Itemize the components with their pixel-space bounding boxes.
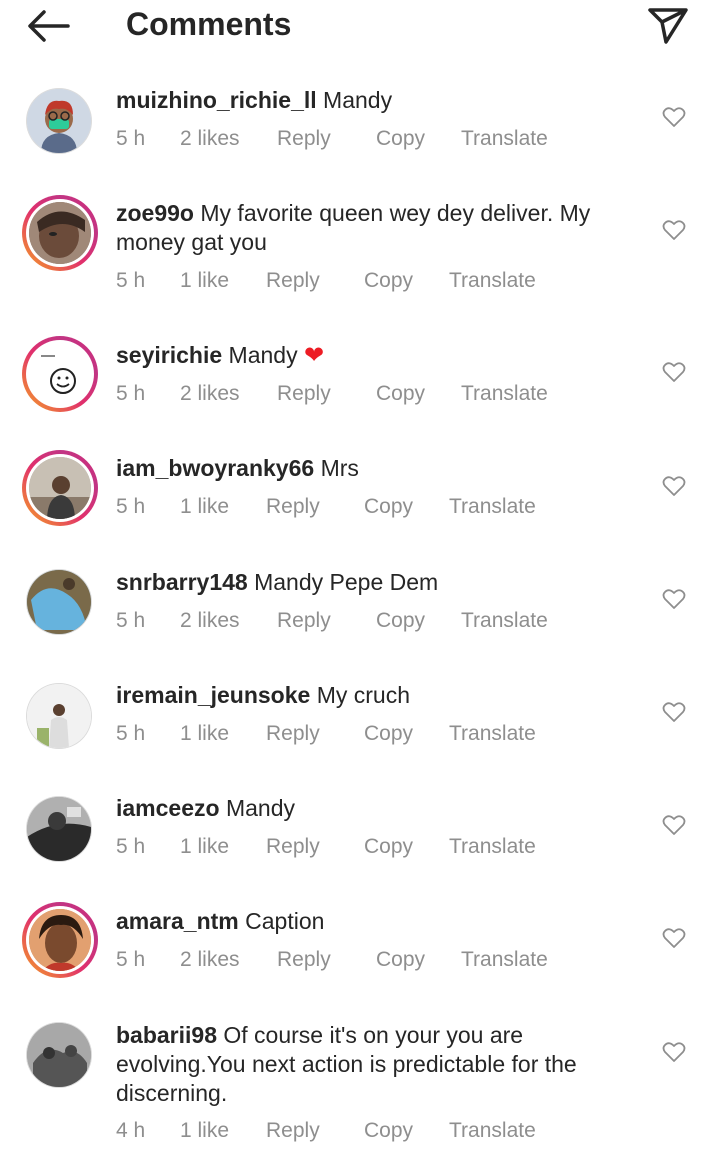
heart-icon[interactable] <box>662 701 686 723</box>
heart-emoji-icon: ❤ <box>303 342 325 369</box>
heart-icon[interactable] <box>662 814 686 836</box>
translate-button[interactable]: Translate <box>449 835 536 859</box>
comment-time: 5 h <box>116 722 146 745</box>
comment-username[interactable]: amara_ntm <box>116 908 239 934</box>
heart-icon[interactable] <box>662 361 686 383</box>
reply-button[interactable]: Reply <box>266 835 320 859</box>
comment-text: amara_ntm Caption <box>116 907 636 936</box>
reply-button[interactable]: Reply <box>277 127 331 151</box>
reply-button[interactable]: Reply <box>266 1119 320 1143</box>
copy-button[interactable]: Copy <box>364 835 413 859</box>
comment-likes[interactable]: 2 likes <box>180 382 240 406</box>
comment-likes[interactable]: 1 like <box>180 835 229 859</box>
copy-button[interactable]: Copy <box>376 127 425 151</box>
comment-likes[interactable]: 2 likes <box>180 948 240 972</box>
copy-button[interactable]: Copy <box>364 495 413 519</box>
translate-button[interactable]: Translate <box>449 1119 536 1143</box>
translate-button[interactable]: Translate <box>449 269 536 293</box>
comment-text: zoe99o My favorite queen wey dey deliver… <box>116 199 636 257</box>
avatar[interactable] <box>22 195 98 271</box>
comment-time: 5 h <box>116 269 146 292</box>
avatar[interactable] <box>22 336 98 412</box>
arrow-left-icon[interactable] <box>26 6 72 46</box>
comment-text: seyirichie Mandy ❤ <box>116 341 636 370</box>
comment-time: 5 h <box>116 382 146 405</box>
comment-username[interactable]: iam_bwoyranky66 <box>116 455 314 481</box>
heart-icon[interactable] <box>662 106 686 128</box>
page-title: Comments <box>126 6 292 42</box>
reply-button[interactable]: Reply <box>277 382 331 406</box>
avatar[interactable] <box>26 569 92 635</box>
comment-likes[interactable]: 1 like <box>180 269 229 293</box>
reply-button[interactable]: Reply <box>277 948 331 972</box>
translate-button[interactable]: Translate <box>461 948 548 972</box>
comment-likes[interactable]: 2 likes <box>180 127 240 151</box>
comment-body: Mandy <box>323 87 393 113</box>
comment-time: 4 h <box>116 1119 146 1142</box>
comment-text: muizhino_richie_ll Mandy <box>116 86 636 115</box>
translate-button[interactable]: Translate <box>449 495 536 519</box>
comment-text: iamceezo Mandy <box>116 794 636 823</box>
comment-text: babarii98 Of course it's on your you are… <box>116 1021 636 1108</box>
comment-body: Mandy Pepe Dem <box>254 569 439 595</box>
comment-time: 5 h <box>116 948 146 971</box>
comment-username[interactable]: zoe99o <box>116 200 194 226</box>
comment-username[interactable]: babarii98 <box>116 1022 217 1048</box>
avatar[interactable] <box>22 450 98 526</box>
paper-plane-icon[interactable] <box>644 2 690 46</box>
heart-icon[interactable] <box>662 219 686 241</box>
avatar[interactable] <box>26 796 92 862</box>
reply-button[interactable]: Reply <box>277 609 331 633</box>
comment-text: snrbarry148 Mandy Pepe Dem <box>116 568 636 597</box>
heart-icon[interactable] <box>662 475 686 497</box>
avatar[interactable] <box>22 902 98 978</box>
comment-body: Mandy <box>225 795 295 821</box>
comment-body: Mrs <box>320 455 359 481</box>
comment-username[interactable]: seyirichie <box>116 342 222 368</box>
reply-button[interactable]: Reply <box>266 495 320 519</box>
comment-body: Mandy <box>228 342 298 368</box>
comment-likes[interactable]: 1 like <box>180 495 229 519</box>
header-bar: Comments <box>0 0 720 52</box>
comment-time: 5 h <box>116 835 146 858</box>
comment-likes[interactable]: 1 like <box>180 722 229 746</box>
copy-button[interactable]: Copy <box>376 609 425 633</box>
reply-button[interactable]: Reply <box>266 722 320 746</box>
comment-username[interactable]: muizhino_richie_ll <box>116 87 317 113</box>
comment-username[interactable]: iamceezo <box>116 795 220 821</box>
comment-likes[interactable]: 1 like <box>180 1119 229 1143</box>
comment-body: Caption <box>245 908 325 934</box>
translate-button[interactable]: Translate <box>461 127 548 151</box>
copy-button[interactable]: Copy <box>376 382 425 406</box>
comment-text: iremain_jeunsoke My cruch <box>116 681 636 710</box>
avatar[interactable] <box>26 88 92 154</box>
comment-body: My cruch <box>316 682 410 708</box>
comment-username[interactable]: snrbarry148 <box>116 569 248 595</box>
heart-icon[interactable] <box>662 927 686 949</box>
reply-button[interactable]: Reply <box>266 269 320 293</box>
translate-button[interactable]: Translate <box>461 382 548 406</box>
comment-likes[interactable]: 2 likes <box>180 609 240 633</box>
comment-username[interactable]: iremain_jeunsoke <box>116 682 310 708</box>
heart-icon[interactable] <box>662 588 686 610</box>
translate-button[interactable]: Translate <box>449 722 536 746</box>
copy-button[interactable]: Copy <box>376 948 425 972</box>
comment-text: iam_bwoyranky66 Mrs <box>116 454 636 483</box>
copy-button[interactable]: Copy <box>364 1119 413 1143</box>
translate-button[interactable]: Translate <box>461 609 548 633</box>
comment-time: 5 h <box>116 495 146 518</box>
avatar[interactable] <box>26 1022 92 1088</box>
comment-time: 5 h <box>116 127 146 150</box>
avatar[interactable] <box>26 683 92 749</box>
heart-icon[interactable] <box>662 1041 686 1063</box>
copy-button[interactable]: Copy <box>364 269 413 293</box>
copy-button[interactable]: Copy <box>364 722 413 746</box>
comment-time: 5 h <box>116 609 146 632</box>
